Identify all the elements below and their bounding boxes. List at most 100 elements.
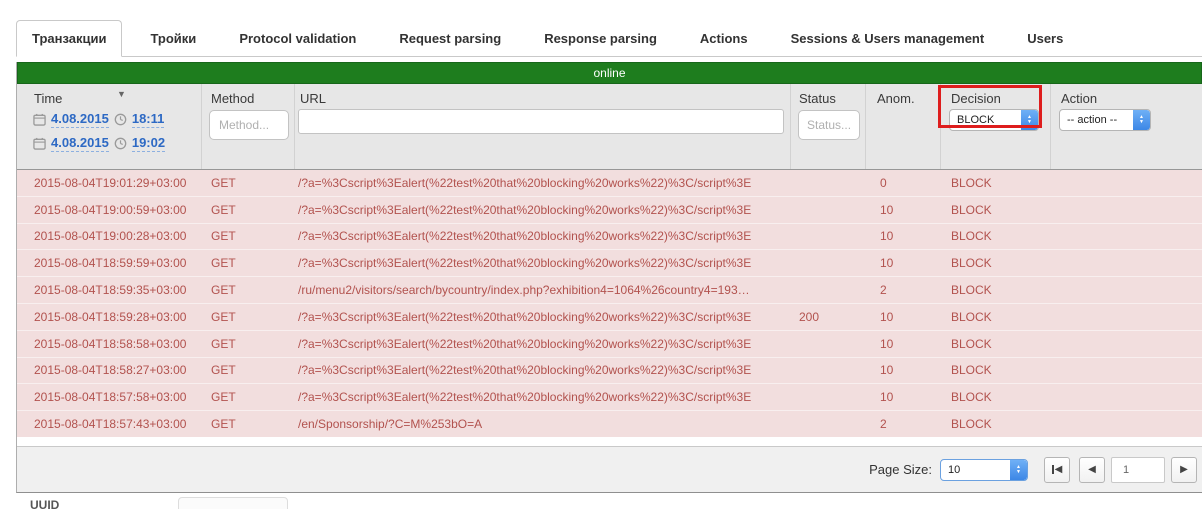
filter-date-to: 4.08.2015 19:02 [17,135,201,152]
clock-icon[interactable] [114,137,127,150]
status-filter-input[interactable] [798,110,860,140]
table-row[interactable]: 2015-08-04T18:58:58+03:00 GET /?a=%3Cscr… [17,331,1202,358]
table-row[interactable]: 2015-08-04T18:59:59+03:00 GET /?a=%3Cscr… [17,250,1202,278]
cell-time: 2015-08-04T18:58:27+03:00 [34,363,187,378]
cell-anom: 10 [880,202,894,217]
cell-url: /?a=%3Cscript%3Ealert(%22test%20that%20b… [298,202,752,217]
time-column-label: Time [34,91,63,106]
calendar-icon[interactable] [33,137,46,150]
cell-decision: BLOCK [951,256,992,271]
next-page-button[interactable]: ▶ [1171,456,1197,483]
table-row[interactable]: 2015-08-04T18:59:35+03:00 GET /ru/menu2/… [17,277,1202,304]
first-page-button[interactable]: ◀ [1044,456,1070,483]
prev-page-icon: ◀ [1088,464,1096,475]
cell-decision: BLOCK [951,175,992,190]
cell-time: 2015-08-04T19:01:29+03:00 [34,175,187,190]
tab-sessions-users-management[interactable]: Sessions & Users management [776,21,1000,56]
page-number-input[interactable] [1111,456,1165,483]
cell-method: GET [211,202,236,217]
action-filter-value: -- action -- [1067,114,1118,126]
tab-troyki[interactable]: Тройки [135,21,211,56]
cell-anom: 10 [880,309,894,324]
cell-url: /?a=%3Cscript%3Ealert(%22test%20that%20b… [298,256,752,271]
decision-filter-select[interactable]: BLOCK ▲ ▼ [949,109,1039,131]
method-filter-input[interactable] [209,110,289,140]
cell-time: 2015-08-04T18:59:35+03:00 [34,283,187,298]
filter-date-from: 4.08.2015 18:11 [17,111,201,128]
calendar-icon[interactable] [33,113,46,126]
cell-time: 2015-08-04T18:57:58+03:00 [34,390,187,405]
method-column-label: Method [211,91,255,106]
cell-url: /?a=%3Cscript%3Ealert(%22test%20that%20b… [298,363,752,378]
table-row[interactable]: 2015-08-04T19:00:28+03:00 GET /?a=%3Cscr… [17,224,1202,251]
select-stepper-icon: ▲ ▼ [1133,110,1150,130]
cell-anom: 10 [880,229,894,244]
cell-method: GET [211,336,236,351]
cell-method: GET [211,229,236,244]
table-footer-gap [17,437,1202,446]
column-action: Action -- action -- ▲ ▼ [1051,84,1202,169]
first-page-bar-icon [1051,465,1054,474]
select-stepper-icon: ▲ ▼ [1021,110,1038,130]
cell-decision: BLOCK [951,229,992,244]
cell-url: /en/Sponsorship/?C=M%253bO=A [298,417,483,432]
page-size-select[interactable]: 10 ▲ ▼ [940,458,1028,481]
select-stepper-icon: ▲ ▼ [1010,459,1027,480]
cell-decision: BLOCK [951,336,992,351]
first-page-icon: ◀ [1054,464,1063,475]
tab-response-parsing[interactable]: Response parsing [529,21,672,56]
cell-method: GET [211,256,236,271]
cell-url: /?a=%3Cscript%3Ealert(%22test%20that%20b… [298,390,752,405]
cell-time: 2015-08-04T18:58:58+03:00 [34,336,187,351]
action-filter-select[interactable]: -- action -- ▲ ▼ [1059,109,1151,131]
tab-actions[interactable]: Actions [685,21,763,56]
time-to-link[interactable]: 19:02 [131,135,166,152]
table-row[interactable]: 2015-08-04T18:59:28+03:00 GET /?a=%3Cscr… [17,304,1202,331]
cell-method: GET [211,363,236,378]
transactions-panel: online Time ▼ 4.08.2015 18:11 4.08.2015 … [16,62,1202,493]
cell-decision: BLOCK [951,363,992,378]
cell-time: 2015-08-04T19:00:28+03:00 [34,229,187,244]
transactions-table-body: 2015-08-04T19:01:29+03:00 GET /?a=%3Cscr… [17,170,1202,437]
pager-footer: Page Size: 10 ▲▼ ◀ ◀ ▶ [17,446,1202,492]
table-header: Time ▼ 4.08.2015 18:11 4.08.2015 19:02 M… [17,84,1202,170]
table-row[interactable]: 2015-08-04T19:01:29+03:00 GET /?a=%3Cscr… [17,170,1202,197]
anom-column-label: Anom. [877,91,915,106]
cell-anom: 10 [880,363,894,378]
cell-anom: 2 [880,283,887,298]
date-to-link[interactable]: 4.08.2015 [51,135,109,152]
time-from-link[interactable]: 18:11 [131,111,165,128]
tab-protocol-validation[interactable]: Protocol validation [224,21,371,56]
uuid-label: UUID [30,498,60,509]
tab-users[interactable]: Users [1012,21,1078,56]
prev-page-button[interactable]: ◀ [1079,456,1105,483]
transactions-page: Транзакции Тройки Protocol validation Re… [0,0,1202,509]
table-row[interactable]: 2015-08-04T18:57:58+03:00 GET /?a=%3Cscr… [17,384,1202,412]
cell-anom: 0 [880,175,887,190]
cell-url: /?a=%3Cscript%3Ealert(%22test%20that%20b… [298,229,752,244]
uuid-filter-input[interactable] [178,497,288,509]
online-status-banner: online [17,62,1202,84]
cell-method: GET [211,175,236,190]
cell-method: GET [211,390,236,405]
date-from-link[interactable]: 4.08.2015 [51,111,109,128]
cell-time: 2015-08-04T18:57:43+03:00 [34,417,187,432]
cell-anom: 10 [880,336,894,351]
clock-icon[interactable] [114,113,127,126]
cell-anom: 2 [880,417,887,432]
table-row[interactable]: 2015-08-04T18:57:43+03:00 GET /en/Sponso… [17,411,1202,437]
sort-desc-icon[interactable]: ▼ [117,90,126,99]
column-decision: Decision BLOCK ▲ ▼ [938,84,1051,169]
table-row[interactable]: 2015-08-04T18:58:27+03:00 GET /?a=%3Cscr… [17,358,1202,385]
cell-status: 200 [799,309,820,324]
action-column-label: Action [1061,91,1098,106]
url-filter-input[interactable] [298,109,784,134]
next-page-icon: ▶ [1180,464,1188,475]
column-time: Time ▼ 4.08.2015 18:11 4.08.2015 19:02 [17,84,202,169]
cell-decision: BLOCK [951,202,992,217]
cell-url: /?a=%3Cscript%3Ealert(%22test%20that%20b… [298,309,752,324]
table-row[interactable]: 2015-08-04T19:00:59+03:00 GET /?a=%3Cscr… [17,197,1202,224]
tab-request-parsing[interactable]: Request parsing [384,21,516,56]
cell-time: 2015-08-04T18:59:28+03:00 [34,309,187,324]
tab-transactions[interactable]: Транзакции [16,20,123,57]
